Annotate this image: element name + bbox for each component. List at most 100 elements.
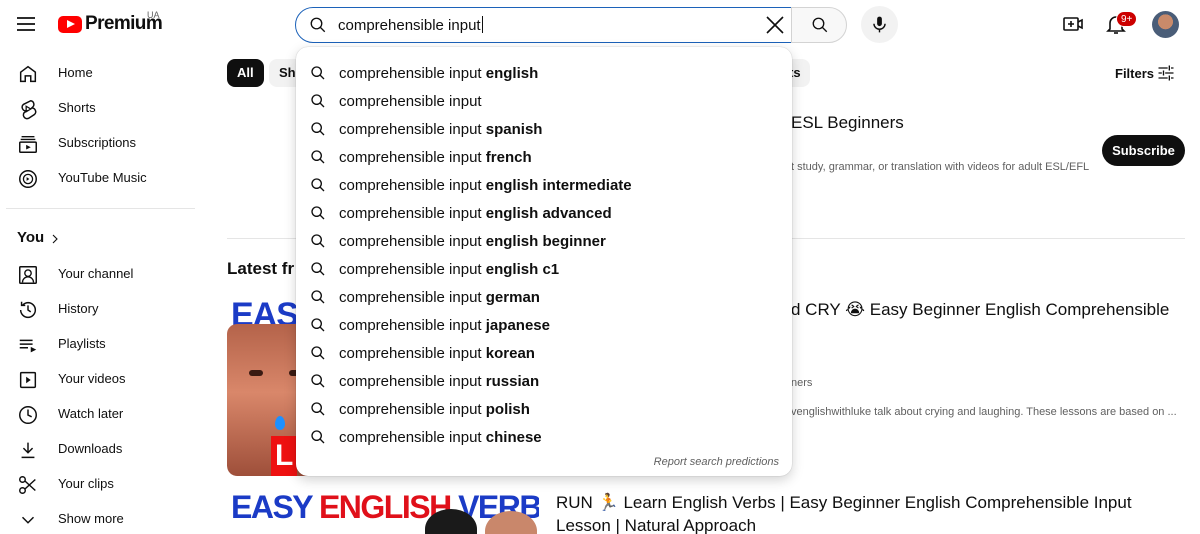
search-button[interactable] [791,7,847,43]
home-icon [17,63,39,85]
avatar[interactable] [1152,11,1179,38]
suggestion-text: comprehensible input chinese [339,429,542,446]
suggestion-item[interactable]: comprehensible input english [296,59,792,87]
suggestion-text: comprehensible input english c1 [339,261,559,278]
sidebar-item-your-videos[interactable]: Your videos [0,362,200,397]
clear-search-button[interactable] [763,13,787,37]
suggestion-item[interactable]: comprehensible input russian [296,367,792,395]
suggestion-completion: french [485,149,532,166]
sidebar-item-label: Home [58,65,93,80]
create-button[interactable] [1061,12,1085,36]
videos-icon [17,369,39,391]
sidebar-item-show-more[interactable]: Show more [0,502,200,534]
suggestion-base: comprehensible input [339,93,482,110]
search-icon [310,233,326,249]
suggestion-base: comprehensible input [339,205,482,222]
shorts-icon [17,98,39,120]
suggestion-base: comprehensible input [339,261,482,278]
sidebar-item-label: Your clips [58,476,114,491]
video-title[interactable]: RUN 🏃 Learn English Verbs | Easy Beginne… [556,491,1156,534]
tear-drop-icon [275,416,285,430]
suggestion-base: comprehensible input [339,149,482,166]
you-label: You [17,229,45,246]
sidebar-item-youtube-music[interactable]: YouTube Music [0,161,200,196]
watch-later-icon [17,404,39,426]
suggestion-base: comprehensible input [339,233,482,250]
video-title[interactable]: d CRY 😭 Easy Beginner English Comprehens… [791,300,1169,320]
chevron-right-icon [49,233,61,245]
subscriptions-icon [17,133,39,155]
suggestion-item[interactable]: comprehensible input english advanced [296,199,792,227]
search-icon [310,149,326,165]
suggestion-item[interactable]: comprehensible input polish [296,395,792,423]
suggestion-text: comprehensible input japanese [339,317,550,334]
suggestion-base: comprehensible input [339,317,482,334]
search-icon [310,93,326,109]
suggestion-base: comprehensible input [339,429,482,446]
filters-icon[interactable] [1156,63,1176,83]
suggestion-base: comprehensible input [339,373,482,390]
search-input[interactable]: comprehensible input [338,16,483,34]
top-bar: Premium UA comprehensible input 9+ [0,0,1200,48]
voice-search-button[interactable] [861,6,898,43]
suggestion-item[interactable]: comprehensible input chinese [296,423,792,451]
suggestion-base: comprehensible input [339,65,482,82]
suggestion-base: comprehensible input [339,289,482,306]
sidebar-item-downloads[interactable]: Downloads [0,432,200,467]
sidebar-item-watch-later[interactable]: Watch later [0,397,200,432]
suggestion-completion: russian [485,373,540,390]
channel-name[interactable]: ESL Beginners [791,113,904,133]
search-icon [310,429,326,445]
download-icon [17,439,39,461]
suggestion-item[interactable]: comprehensible input english beginner [296,227,792,255]
sidebar-item-playlists[interactable]: Playlists [0,327,200,362]
sidebar-item-your-channel[interactable]: Your channel [0,257,200,292]
suggestion-item[interactable]: comprehensible input japanese [296,311,792,339]
sidebar-item-label: YouTube Music [58,170,147,185]
chip-all[interactable]: All [227,59,264,87]
report-search-predictions-link[interactable]: Report search predictions [654,456,779,468]
suggestion-item[interactable]: comprehensible input german [296,283,792,311]
text-caret [481,16,483,33]
suggestion-item[interactable]: comprehensible input english c1 [296,255,792,283]
search-box[interactable]: comprehensible input [295,7,792,43]
latest-from-heading: Latest fr [227,259,295,278]
suggestion-completion: english c1 [485,261,560,278]
microphone-icon [873,16,886,33]
sidebar: Home Shorts Subscriptions YouTube Music … [0,56,200,534]
sidebar-item-label: Your videos [58,371,126,386]
clips-icon [17,474,39,496]
sidebar-item-your-clips[interactable]: Your clips [0,467,200,502]
suggestion-item[interactable]: comprehensible input [296,87,792,115]
search-icon [310,65,326,81]
country-code: UA [147,10,160,20]
search-icon [812,17,828,33]
search-input-value: comprehensible input [338,17,481,34]
notification-badge: 9+ [1116,11,1138,27]
suggestion-text: comprehensible input english intermediat… [339,177,632,194]
suggestion-item[interactable]: comprehensible input korean [296,339,792,367]
menu-icon[interactable] [14,12,38,36]
sidebar-item-subscriptions[interactable]: Subscriptions [0,126,200,161]
subscribe-button[interactable]: Subscribe [1102,135,1185,166]
suggestion-completion: english intermediate [485,177,632,194]
filters-button[interactable]: Filters [1115,66,1154,81]
sidebar-item-history[interactable]: History [0,292,200,327]
suggestion-text: comprehensible input spanish [339,121,542,138]
video-meta: ners [791,377,813,389]
video-thumbnail[interactable]: EASY ENGLISH VERBS [227,489,539,534]
search-icon [309,16,327,34]
sidebar-item-label: History [58,301,99,316]
suggestion-completion: japanese [485,317,550,334]
suggestion-completion: english [485,65,539,82]
sidebar-item-shorts[interactable]: Shorts [0,91,200,126]
thumbnail-text-blue: EASY [231,489,319,525]
suggestion-item[interactable]: comprehensible input french [296,143,792,171]
suggestion-text: comprehensible input korean [339,345,535,362]
search-icon [310,261,326,277]
sidebar-item-home[interactable]: Home [0,56,200,91]
video-description: venglishwithluke talk about crying and l… [791,406,1177,418]
suggestion-item[interactable]: comprehensible input spanish [296,115,792,143]
suggestion-item[interactable]: comprehensible input english intermediat… [296,171,792,199]
sidebar-you-header[interactable]: You [0,221,200,257]
